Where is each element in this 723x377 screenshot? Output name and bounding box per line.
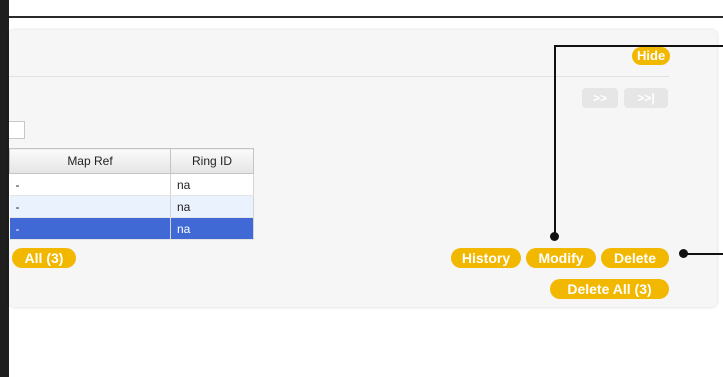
cell-map-ref: - — [9, 217, 171, 240]
delete-all-button[interactable]: Delete All (3) — [550, 279, 669, 299]
table-header-row: Map Ref Ring ID — [9, 148, 254, 174]
records-table: Map Ref Ring ID - na - na - na — [9, 148, 254, 240]
cell-ring-id: na — [170, 195, 254, 218]
callout-dot-delete — [679, 249, 688, 258]
delete-button[interactable]: Delete — [601, 248, 669, 268]
table-row[interactable]: - na — [9, 195, 254, 218]
cell-map-ref: - — [9, 195, 171, 218]
hide-button[interactable]: Hide — [632, 47, 671, 65]
left-edge-bar — [0, 0, 9, 377]
cell-ring-id: na — [170, 173, 254, 196]
callout-line-right — [685, 253, 723, 255]
cell-map-ref: - — [9, 173, 171, 196]
next-page-button[interactable]: >> — [582, 88, 618, 108]
table-row-selected[interactable]: - na — [9, 217, 254, 240]
filter-input[interactable] — [9, 121, 25, 139]
top-divider — [9, 16, 723, 18]
column-header-map-ref[interactable]: Map Ref — [9, 148, 171, 174]
callout-dot-modify — [550, 232, 559, 241]
callout-line-vertical — [554, 45, 556, 236]
cell-ring-id: na — [170, 217, 254, 240]
column-header-ring-id[interactable]: Ring ID — [170, 148, 254, 174]
modify-button[interactable]: Modify — [526, 248, 596, 268]
select-all-button[interactable]: All (3) — [12, 248, 76, 268]
history-button[interactable]: History — [451, 248, 521, 268]
callout-line-top — [554, 45, 723, 47]
table-row[interactable]: - na — [9, 173, 254, 196]
panel-header-divider — [9, 76, 669, 77]
last-page-button[interactable]: >>| — [624, 88, 668, 108]
